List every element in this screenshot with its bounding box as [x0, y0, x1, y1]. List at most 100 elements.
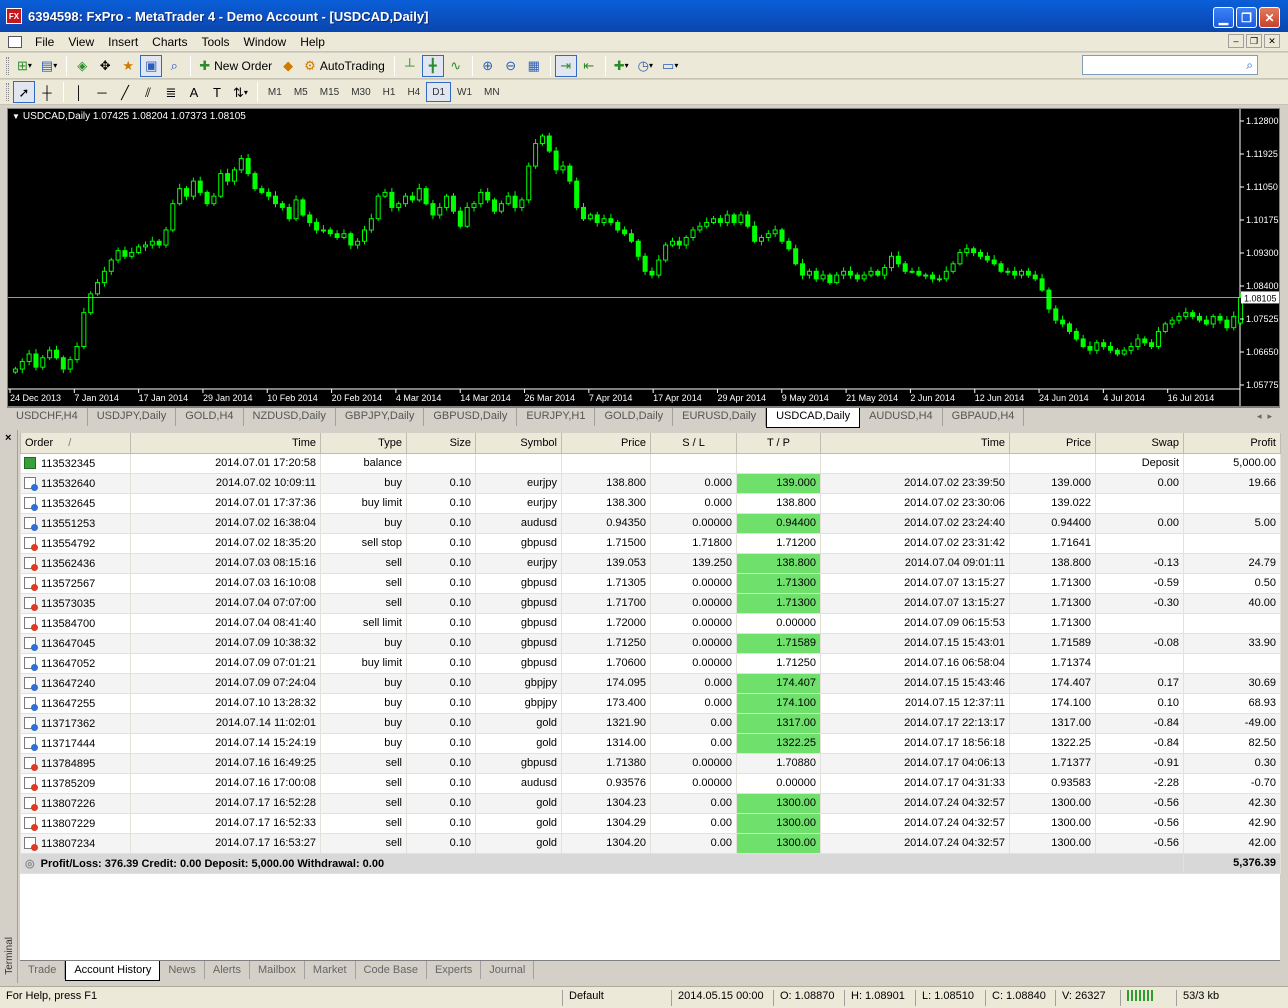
- templates-button[interactable]: ▭ ▾: [658, 55, 682, 77]
- table-row[interactable]: 113554792 2014.07.02 18:35:20 sell stop 0.1…: [20, 532, 1281, 554]
- tab-alerts[interactable]: Alerts: [205, 961, 250, 979]
- chart-shift-button[interactable]: ⇤: [578, 55, 600, 77]
- vertical-line-button[interactable]: │: [68, 81, 90, 103]
- status-profile[interactable]: Default: [562, 990, 604, 1006]
- chart-tab-usdcad-daily[interactable]: USDCAD,Daily: [766, 408, 861, 428]
- mdi-minimize-button[interactable]: ‒: [1228, 34, 1244, 48]
- timeframe-m1[interactable]: M1: [262, 82, 288, 102]
- terminal-button[interactable]: ▣: [140, 54, 163, 77]
- timeframe-m15[interactable]: M15: [314, 82, 345, 102]
- column-header-close-time[interactable]: Time: [820, 433, 1010, 454]
- new-chart-button[interactable]: ⊞ ▾: [13, 55, 36, 77]
- bar-chart-button[interactable]: ┴: [399, 55, 421, 77]
- candlesticks-button[interactable]: ╋: [421, 54, 444, 77]
- minimize-button[interactable]: ▁: [1213, 7, 1234, 28]
- chart-tab-gold-h4[interactable]: GOLD,H4: [176, 408, 244, 426]
- table-row[interactable]: 113551253 2014.07.02 16:38:04 buy 0.10 audus…: [20, 512, 1281, 534]
- data-window-button[interactable]: ✥: [94, 55, 116, 77]
- chart-tab-nzdusd-daily[interactable]: NZDUSD,Daily: [244, 408, 336, 426]
- search-input[interactable]: ⌕: [1082, 55, 1258, 75]
- table-row[interactable]: 113785209 2014.07.16 17:00:08 sell 0.10 audu…: [20, 772, 1281, 794]
- column-header-sl[interactable]: S / L: [650, 433, 737, 454]
- candlestick-chart[interactable]: 1.08105 1.12800 1.11925 1.11050 1.10175 1.093…: [8, 109, 1279, 406]
- table-row[interactable]: 113532640 2014.07.02 10:09:11 buy 0.10 eurjp…: [20, 472, 1281, 494]
- chart-tab-eurusd-daily[interactable]: EURUSD,Daily: [673, 408, 767, 426]
- indicators-button[interactable]: ✚ ▾: [610, 55, 633, 77]
- column-header-open-time[interactable]: Time: [130, 433, 321, 454]
- auto-scroll-button[interactable]: ⇥: [554, 54, 577, 77]
- table-row[interactable]: 113807229 2014.07.17 16:52:33 sell 0.10 gold…: [20, 812, 1281, 834]
- timeframe-w1[interactable]: W1: [451, 82, 478, 102]
- line-chart-button[interactable]: ∿: [445, 55, 467, 77]
- timeframe-d1[interactable]: D1: [426, 82, 452, 102]
- column-header-swap[interactable]: Swap: [1095, 433, 1184, 454]
- tab-scroll-arrows-icon[interactable]: ◂▸: [1257, 411, 1278, 422]
- menu-insert[interactable]: Insert: [101, 35, 145, 49]
- tile-windows-button[interactable]: ▦: [523, 55, 545, 77]
- terminal-close-icon[interactable]: ×: [5, 432, 11, 444]
- table-row[interactable]: 113647052 2014.07.09 07:01:21 buy limit 0.1…: [20, 652, 1281, 674]
- equidistant-channel-button[interactable]: ⫽: [137, 81, 159, 103]
- chart-tab-audusd-h4[interactable]: AUDUSD,H4: [860, 408, 943, 426]
- chart-tab-gbpaud-h4[interactable]: GBPAUD,H4: [943, 408, 1025, 426]
- strategy-tester-button[interactable]: ⌕: [163, 55, 185, 77]
- mdi-restore-button[interactable]: ❐: [1246, 34, 1262, 48]
- table-row[interactable]: 113647045 2014.07.09 10:38:32 buy 0.10 gbpus…: [20, 632, 1281, 654]
- menu-tools[interactable]: Tools: [195, 35, 237, 49]
- maximize-button[interactable]: ❐: [1236, 7, 1257, 28]
- toolbar-grip[interactable]: [6, 56, 9, 75]
- timeframe-h4[interactable]: H4: [401, 82, 426, 102]
- text-button[interactable]: A: [183, 81, 205, 103]
- table-row[interactable]: 113717362 2014.07.14 11:02:01 buy 0.10 gold 1…: [20, 712, 1281, 734]
- tab-market[interactable]: Market: [305, 961, 356, 979]
- timeframe-h1[interactable]: H1: [377, 82, 402, 102]
- periods-button[interactable]: ◷ ▾: [634, 55, 657, 77]
- account-history-grid[interactable]: Order / Time Type Size Symbol Price S / …: [20, 433, 1281, 960]
- chart-tab-usdchf-h4[interactable]: USDCHF,H4: [7, 408, 88, 426]
- fibonacci-button[interactable]: ≣: [160, 81, 182, 103]
- table-row[interactable]: 113562436 2014.07.03 08:15:16 sell 0.10 eurj…: [20, 552, 1281, 574]
- chart-tab-gbpusd-daily[interactable]: GBPUSD,Daily: [424, 408, 518, 426]
- cursor-button[interactable]: ➚: [13, 81, 35, 103]
- table-row[interactable]: 113807226 2014.07.17 16:52:28 sell 0.10 gold…: [20, 792, 1281, 814]
- column-header-profit[interactable]: Profit: [1183, 433, 1281, 454]
- table-row[interactable]: 113807234 2014.07.17 16:53:27 sell 0.10 gold…: [20, 832, 1281, 854]
- menu-view[interactable]: View: [61, 35, 101, 49]
- column-header-size[interactable]: Size: [406, 433, 476, 454]
- table-row[interactable]: 113584700 2014.07.04 08:41:40 sell limit 0.…: [20, 612, 1281, 634]
- horizontal-line-button[interactable]: ─: [91, 81, 113, 103]
- zoom-in-button[interactable]: ⊕: [477, 55, 499, 77]
- chart-tab-gold-daily[interactable]: GOLD,Daily: [595, 408, 674, 426]
- new-order-button[interactable]: ✚ New Order: [195, 55, 276, 77]
- autotrading-button[interactable]: ⚙ AutoTrading: [300, 55, 389, 77]
- profiles-button[interactable]: ▤ ▾: [37, 55, 61, 77]
- metaeditor-button[interactable]: ◆: [277, 55, 299, 77]
- tab-journal[interactable]: Journal: [481, 961, 535, 979]
- column-header-order[interactable]: Order /: [20, 433, 131, 454]
- table-row[interactable]: 113573035 2014.07.04 07:07:00 sell 0.10 gbpu…: [20, 592, 1281, 614]
- chart-tab-gbpjpy-daily[interactable]: GBPJPY,Daily: [336, 408, 425, 426]
- timeframe-m30[interactable]: M30: [345, 82, 376, 102]
- table-row[interactable]: 113532645 2014.07.01 17:37:36 buy limit 0.1…: [20, 492, 1281, 514]
- table-row[interactable]: 113572567 2014.07.03 16:10:08 sell 0.10 gbpu…: [20, 572, 1281, 594]
- column-header-open-price[interactable]: Price: [561, 433, 651, 454]
- tab-experts[interactable]: Experts: [427, 961, 482, 979]
- chart-menu-arrow-icon[interactable]: ▼: [12, 112, 20, 121]
- toolbar-grip[interactable]: [6, 83, 9, 101]
- timeframe-m5[interactable]: M5: [288, 82, 314, 102]
- menu-file[interactable]: File: [28, 35, 61, 49]
- chart-tab-eurjpy-h1[interactable]: EURJPY,H1: [517, 408, 596, 426]
- mdi-close-button[interactable]: ✕: [1264, 34, 1280, 48]
- close-button[interactable]: ✕: [1259, 7, 1280, 28]
- arrows-button[interactable]: ⇅ ▾: [229, 81, 252, 103]
- crosshair-button[interactable]: ┼: [36, 81, 58, 103]
- table-row[interactable]: 113717444 2014.07.14 15:24:19 buy 0.10 gold 1…: [20, 732, 1281, 754]
- tab-mailbox[interactable]: Mailbox: [250, 961, 305, 979]
- tab-news[interactable]: News: [160, 961, 205, 979]
- table-row[interactable]: 113784895 2014.07.16 16:49:25 sell 0.10 gbpu…: [20, 752, 1281, 774]
- menu-window[interactable]: Window: [237, 35, 294, 49]
- tab-account-history[interactable]: Account History: [65, 961, 161, 981]
- timeframe-mn[interactable]: MN: [478, 82, 506, 102]
- column-header-symbol[interactable]: Symbol: [475, 433, 562, 454]
- table-row[interactable]: 113647240 2014.07.09 07:24:04 buy 0.10 gbpjp…: [20, 672, 1281, 694]
